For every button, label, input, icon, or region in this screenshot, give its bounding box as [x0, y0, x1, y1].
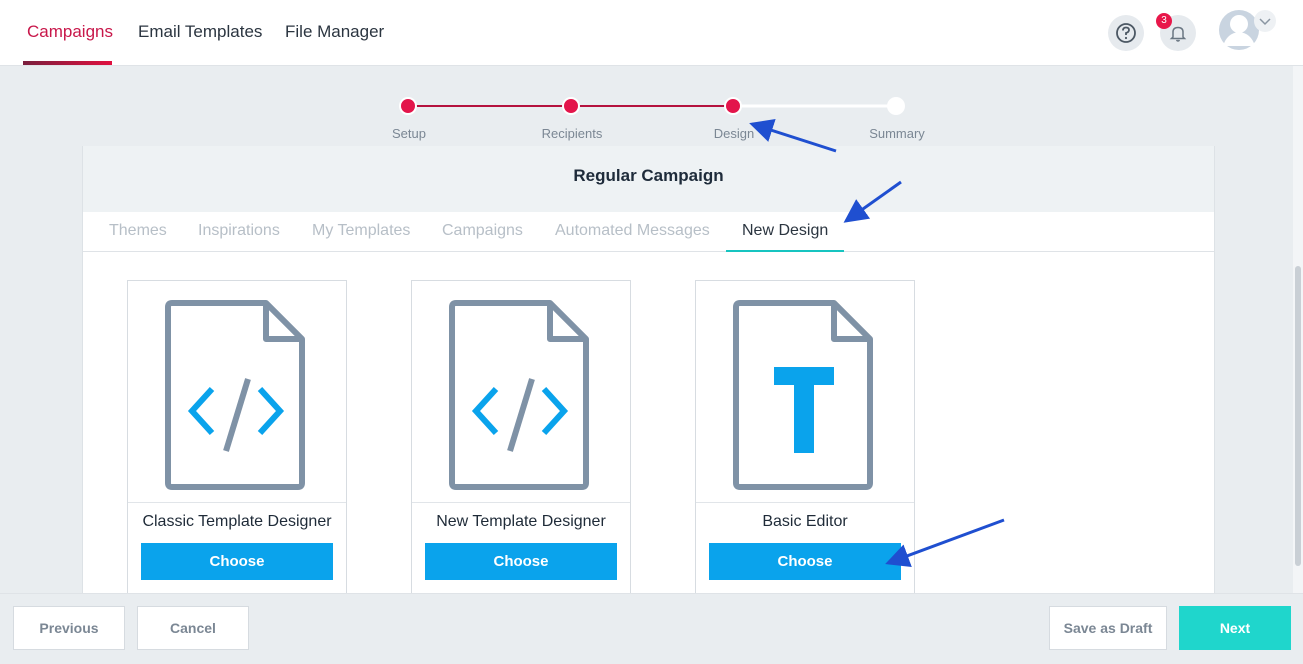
page-scrollbar[interactable] [1293, 66, 1303, 593]
save-as-draft-button[interactable]: Save as Draft [1049, 606, 1167, 650]
wizard-footer: Previous Cancel Save as Draft Next [0, 593, 1303, 664]
notification-badge: 3 [1156, 13, 1172, 29]
page-title: Regular Campaign [573, 166, 724, 185]
tab-campaigns[interactable]: Campaigns [442, 222, 523, 240]
text-file-icon [733, 300, 873, 490]
step-dot-summary [887, 97, 905, 115]
chevron-down-icon [1259, 18, 1271, 26]
nav-file-manager[interactable]: File Manager [285, 22, 384, 42]
active-tab-indicator [726, 250, 844, 252]
help-button[interactable] [1108, 15, 1144, 51]
card-title: Classic Template Designer [142, 513, 332, 530]
design-option-card: New Template Designer Choose [411, 280, 631, 593]
account-menu-caret[interactable] [1254, 10, 1276, 32]
cancel-button[interactable]: Cancel [137, 606, 249, 650]
step-label-summary: Summary [869, 126, 925, 141]
design-option-card: Classic Template Designer Choose [127, 280, 347, 593]
campaign-stepper: Setup Recipients Design Summary [0, 66, 1303, 146]
stepper-track [399, 97, 905, 115]
nav-active-indicator [23, 61, 112, 65]
help-icon [1116, 23, 1136, 43]
panel-header: Regular Campaign [83, 146, 1214, 212]
choose-new-template-designer-button[interactable]: Choose [425, 543, 617, 580]
card-title: Basic Editor [762, 513, 848, 530]
card-illustration [128, 281, 346, 503]
design-option-card: Basic Editor Choose [695, 280, 915, 593]
tab-inspirations[interactable]: Inspirations [198, 222, 280, 240]
tab-new-design[interactable]: New Design [742, 222, 828, 240]
design-tabs: Themes Inspirations My Templates Campaig… [83, 212, 1214, 252]
step-label-design: Design [713, 126, 755, 141]
code-file-icon [165, 300, 305, 490]
design-panel: Regular Campaign Themes Inspirations My … [82, 146, 1215, 593]
previous-button[interactable]: Previous [13, 606, 125, 650]
scrollbar-thumb[interactable] [1295, 266, 1301, 566]
card-illustration [696, 281, 914, 503]
card-title: New Template Designer [436, 513, 606, 530]
step-dot-recipients [562, 97, 580, 115]
top-navigation: Campaigns Email Templates File Manager 3 [0, 0, 1303, 66]
step-label-setup: Setup [392, 126, 426, 141]
choose-basic-editor-button[interactable]: Choose [709, 543, 901, 580]
step-dot-setup [399, 97, 417, 115]
step-label-recipients: Recipients [541, 126, 603, 141]
nav-campaigns[interactable]: Campaigns [27, 22, 113, 42]
tab-automated-messages[interactable]: Automated Messages [555, 222, 710, 240]
next-button[interactable]: Next [1179, 606, 1291, 650]
step-dot-design [724, 97, 742, 115]
tab-my-templates[interactable]: My Templates [312, 222, 410, 240]
code-file-icon [449, 300, 589, 490]
choose-classic-template-designer-button[interactable]: Choose [141, 543, 333, 580]
tab-themes[interactable]: Themes [109, 222, 167, 240]
card-illustration [412, 281, 630, 503]
nav-email-templates[interactable]: Email Templates [138, 22, 262, 42]
